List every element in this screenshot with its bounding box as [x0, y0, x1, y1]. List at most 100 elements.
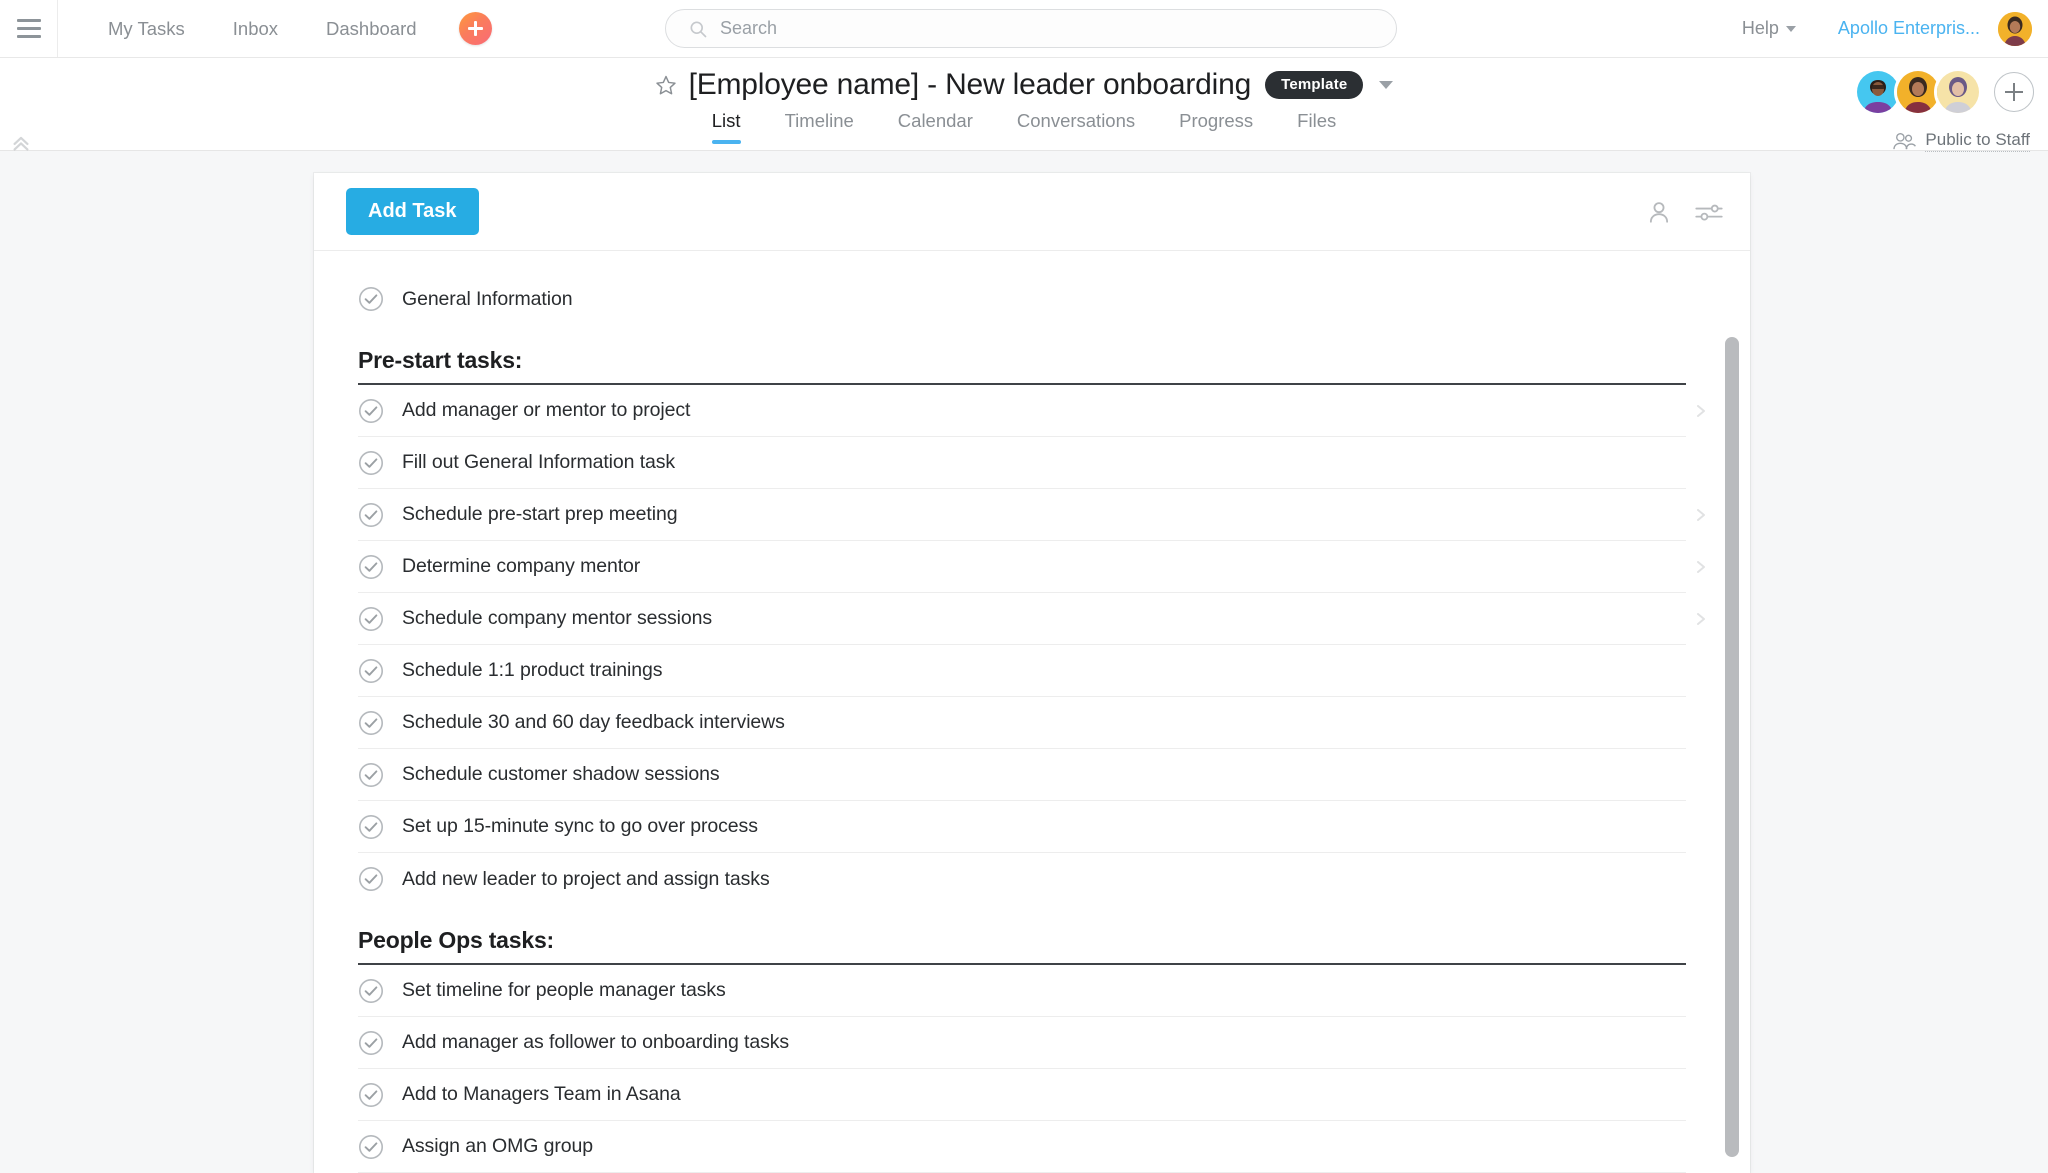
- member-avatar[interactable]: [1934, 68, 1982, 116]
- check-circle-icon[interactable]: [358, 286, 384, 312]
- table-row[interactable]: Schedule 30 and 60 day feedback intervie…: [358, 697, 1686, 749]
- table-row[interactable]: Add manager as follower to onboarding ta…: [358, 1017, 1686, 1069]
- org-switcher[interactable]: Apollo Enterpris...: [1838, 18, 1980, 39]
- chevron-double-up-icon[interactable]: [10, 132, 32, 154]
- global-nav: My Tasks Inbox Dashboard: [84, 0, 441, 57]
- task-name: General Information: [402, 288, 572, 311]
- task-name: Schedule 1:1 product trainings: [402, 659, 662, 682]
- table-row[interactable]: Fill out General Information task: [358, 437, 1686, 489]
- task-name: Add manager as follower to onboarding ta…: [402, 1031, 789, 1054]
- task-name: Schedule pre-start prep meeting: [402, 503, 677, 526]
- section-title[interactable]: Pre-start tasks:: [358, 347, 1686, 383]
- privacy-setting[interactable]: Public to Staff: [1892, 130, 2030, 152]
- hamburger-icon[interactable]: [0, 0, 58, 57]
- help-menu[interactable]: Help: [1742, 18, 1796, 39]
- tab-progress[interactable]: Progress: [1157, 110, 1275, 144]
- check-circle-icon[interactable]: [358, 658, 384, 684]
- nav-item-my-tasks[interactable]: My Tasks: [84, 0, 209, 57]
- check-circle-icon[interactable]: [358, 1030, 384, 1056]
- tab-calendar[interactable]: Calendar: [876, 110, 995, 144]
- tab-timeline[interactable]: Timeline: [763, 110, 876, 144]
- table-row[interactable]: Schedule company mentor sessions: [358, 593, 1686, 645]
- task-name: Set up 15-minute sync to go over process: [402, 815, 758, 838]
- search-input[interactable]: Search: [665, 9, 1397, 48]
- check-circle-icon[interactable]: [358, 978, 384, 1004]
- global-topbar: My Tasks Inbox Dashboard Search Help Apo…: [0, 0, 2048, 58]
- table-row[interactable]: Add new leader to project and assign tas…: [358, 853, 1686, 905]
- check-circle-icon[interactable]: [358, 1134, 384, 1160]
- check-circle-icon[interactable]: [358, 502, 384, 528]
- check-circle-icon[interactable]: [358, 606, 384, 632]
- avatar-image: [1937, 71, 1979, 113]
- table-row[interactable]: Schedule pre-start prep meeting: [358, 489, 1686, 541]
- nav-item-inbox[interactable]: Inbox: [209, 0, 302, 57]
- chevron-right-icon[interactable]: [1694, 612, 1708, 626]
- nav-item-dashboard[interactable]: Dashboard: [302, 0, 441, 57]
- table-row[interactable]: Set timeline for people manager tasks: [358, 965, 1686, 1017]
- table-row[interactable]: Assign an OMG group: [358, 1121, 1686, 1173]
- task-name: Add manager or mentor to project: [402, 399, 690, 422]
- task-name: Determine company mentor: [402, 555, 640, 578]
- project-members: [1854, 68, 2034, 116]
- tab-conversations[interactable]: Conversations: [995, 110, 1157, 144]
- star-outline-icon[interactable]: [655, 74, 677, 96]
- search-icon: [688, 19, 708, 39]
- check-circle-icon[interactable]: [358, 398, 384, 424]
- privacy-label: Public to Staff: [1925, 130, 2030, 152]
- chevron-right-icon[interactable]: [1694, 404, 1708, 418]
- people-icon: [1892, 131, 1916, 151]
- person-icon[interactable]: [1646, 199, 1672, 225]
- list-toolbar: Add Task: [314, 173, 1750, 251]
- add-task-button[interactable]: Add Task: [346, 188, 479, 235]
- project-header: [Employee name] - New leader onboarding …: [0, 58, 2048, 151]
- status-badge: Template: [1265, 71, 1363, 99]
- avatar-image: [1857, 71, 1899, 113]
- check-circle-icon[interactable]: [358, 814, 384, 840]
- list-section-header: Pre-start tasks:: [358, 325, 1686, 385]
- quick-add-button[interactable]: [459, 12, 492, 45]
- task-list-scroll-area[interactable]: General Information Pre-start tasks: Add…: [314, 251, 1750, 1173]
- check-circle-icon[interactable]: [358, 554, 384, 580]
- add-member-button[interactable]: [1994, 72, 2034, 112]
- task-name: Add to Managers Team in Asana: [402, 1083, 681, 1106]
- topbar-right: Help Apollo Enterpris...: [1742, 0, 2048, 57]
- table-row[interactable]: Schedule customer shadow sessions: [358, 749, 1686, 801]
- chevron-down-icon[interactable]: [1379, 81, 1393, 89]
- search-placeholder: Search: [720, 18, 777, 39]
- tab-list[interactable]: List: [690, 110, 763, 144]
- section-title[interactable]: People Ops tasks:: [358, 927, 1686, 963]
- chevron-down-icon: [1786, 26, 1796, 32]
- task-name: Add new leader to project and assign tas…: [402, 868, 770, 891]
- task-name: Schedule company mentor sessions: [402, 607, 712, 630]
- check-circle-icon[interactable]: [358, 1082, 384, 1108]
- table-row[interactable]: Schedule 1:1 product trainings: [358, 645, 1686, 697]
- project-tabs: List Timeline Calendar Conversations Pro…: [0, 110, 2048, 144]
- avatar-image: [1897, 71, 1939, 113]
- help-label: Help: [1742, 18, 1779, 39]
- check-circle-icon[interactable]: [358, 450, 384, 476]
- chevron-right-icon[interactable]: [1694, 560, 1708, 574]
- task-list: General Information Pre-start tasks: Add…: [314, 273, 1750, 1173]
- check-circle-icon[interactable]: [358, 762, 384, 788]
- avatar-image: [1998, 12, 2032, 46]
- list-top-spacer: [314, 251, 1750, 273]
- task-name: Fill out General Information task: [402, 451, 675, 474]
- check-circle-icon[interactable]: [358, 866, 384, 892]
- table-row[interactable]: Add to Managers Team in Asana: [358, 1069, 1686, 1121]
- scrollbar[interactable]: [1725, 337, 1739, 1173]
- scrollbar-thumb[interactable]: [1725, 337, 1739, 1157]
- table-row[interactable]: General Information: [358, 273, 1686, 325]
- sliders-icon[interactable]: [1694, 199, 1724, 225]
- chevron-right-icon[interactable]: [1694, 508, 1708, 522]
- project-title-row: [Employee name] - New leader onboarding …: [0, 68, 2048, 102]
- task-list-card: Add Task General Information Pre-start t…: [314, 173, 1750, 1173]
- table-row[interactable]: Determine company mentor: [358, 541, 1686, 593]
- table-row[interactable]: Add manager or mentor to project: [358, 385, 1686, 437]
- tab-files[interactable]: Files: [1275, 110, 1358, 144]
- avatar[interactable]: [1998, 12, 2032, 46]
- task-name: Schedule customer shadow sessions: [402, 763, 720, 786]
- check-circle-icon[interactable]: [358, 710, 384, 736]
- search-container: Search: [665, 9, 1397, 48]
- task-name: Schedule 30 and 60 day feedback intervie…: [402, 711, 785, 734]
- table-row[interactable]: Set up 15-minute sync to go over process: [358, 801, 1686, 853]
